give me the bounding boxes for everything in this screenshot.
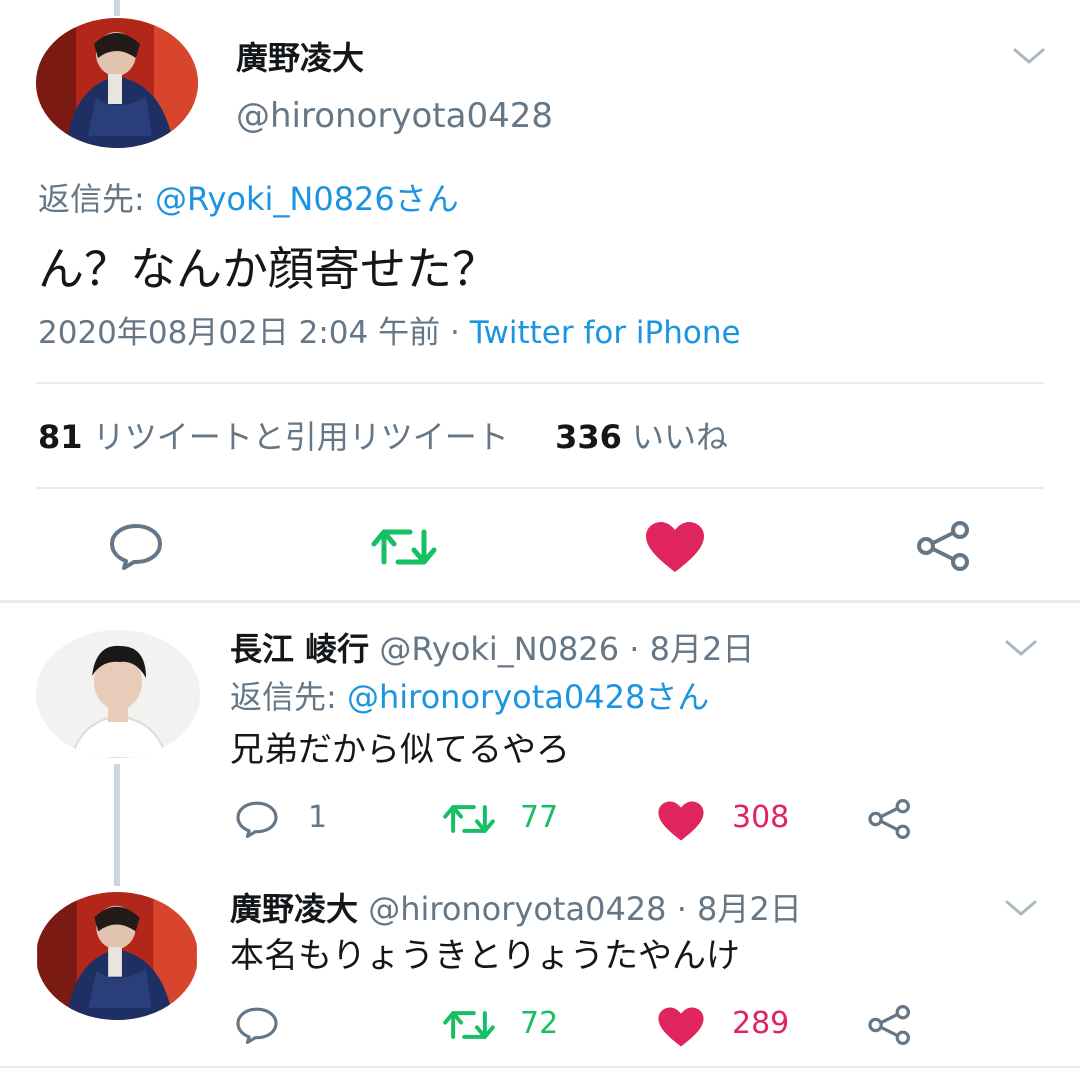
reply-icon[interactable] — [234, 800, 280, 838]
reply-author-handle[interactable]: @hironoryota0428 — [368, 890, 666, 928]
thread-line-top — [114, 0, 120, 16]
like-stat-label: いいね — [632, 418, 729, 456]
like-count: 289 — [732, 1006, 790, 1041]
retweet-icon[interactable] — [442, 802, 496, 836]
retweet-icon[interactable] — [442, 1008, 496, 1042]
retweet-count: 81 — [38, 418, 83, 456]
reply-prefix: 返信先: — [230, 678, 337, 716]
reply-prefix: 返信先: — [38, 180, 145, 218]
reply-date[interactable]: · 8月2日 — [677, 890, 802, 928]
share-icon[interactable] — [866, 798, 914, 840]
reply-author-name[interactable]: 廣野凌大 — [230, 890, 358, 928]
heart-icon[interactable] — [644, 520, 706, 574]
avatar[interactable] — [36, 892, 198, 1020]
reply-author-handle[interactable]: @Ryoki_N0826 — [379, 630, 619, 668]
divider — [0, 1066, 1080, 1068]
reply-header: 廣野凌大 @hironoryota0428 · 8月2日 — [230, 888, 802, 930]
retweet-stat-label: リツイートと引用リツイート — [92, 418, 509, 456]
tweet-source-link[interactable]: Twitter for iPhone — [470, 315, 741, 351]
share-icon[interactable] — [866, 1004, 914, 1046]
reply-context: 返信先: @Ryoki_N0826さん — [38, 178, 459, 220]
reply-to-link[interactable]: @Ryoki_N0826さん — [155, 180, 459, 218]
tweet-text: ん？なんか顔寄せた？ — [38, 242, 498, 296]
divider — [36, 487, 1044, 489]
chevron-down-icon[interactable] — [1004, 898, 1038, 918]
retweet-count: 77 — [520, 800, 559, 835]
divider — [36, 382, 1044, 384]
tweet-stats: 81 リツイートと引用リツイート 336 いいね — [38, 416, 728, 458]
meta-separator: · — [449, 315, 460, 351]
reply-date[interactable]: · 8月2日 — [629, 630, 754, 668]
retweet-stat[interactable]: 81 リツイートと引用リツイート — [38, 418, 519, 456]
heart-icon[interactable] — [656, 800, 706, 842]
chevron-down-icon[interactable] — [1012, 46, 1046, 66]
like-count: 308 — [732, 800, 790, 835]
author-display-name[interactable]: 廣野凌大 — [236, 38, 364, 78]
reply-to-link[interactable]: @hironoryota0428さん — [347, 678, 709, 716]
author-handle[interactable]: @hironoryota0428 — [236, 95, 553, 137]
like-count: 336 — [555, 418, 622, 456]
avatar[interactable] — [36, 630, 200, 758]
reply-text: 本名もりょうきとりょうたやんけ — [230, 936, 740, 976]
chevron-down-icon[interactable] — [1004, 638, 1038, 658]
reply-icon[interactable] — [108, 522, 164, 570]
reply-author-name[interactable]: 長江 崚行 — [230, 630, 369, 668]
tweet-meta: 2020年08月02日 2:04 午前 · Twitter for iPhone — [38, 312, 741, 354]
reply-context: 返信先: @hironoryota0428さん — [230, 676, 709, 718]
reply-icon[interactable] — [234, 1006, 280, 1044]
retweet-icon[interactable] — [370, 526, 438, 568]
heart-icon[interactable] — [656, 1006, 706, 1048]
tweet-timestamp[interactable]: 2020年08月02日 2:04 午前 — [38, 315, 440, 351]
avatar[interactable] — [36, 18, 198, 148]
thread-line — [114, 764, 120, 886]
reply-count: 1 — [308, 800, 328, 835]
like-stat[interactable]: 336 いいね — [555, 418, 728, 456]
share-icon[interactable] — [914, 520, 974, 572]
reply-header: 長江 崚行 @Ryoki_N0826 · 8月2日 — [230, 628, 754, 670]
section-divider — [0, 600, 1080, 603]
reply-text: 兄弟だから似てるやろ — [230, 730, 570, 770]
retweet-count: 72 — [520, 1006, 559, 1041]
